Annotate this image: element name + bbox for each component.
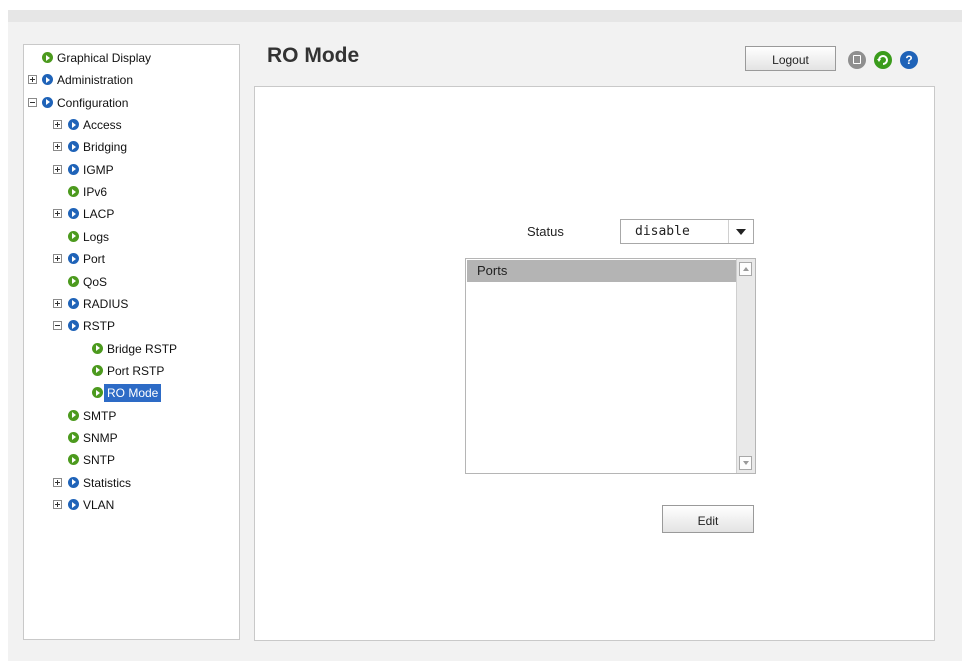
tree-item-access[interactable]: Access bbox=[24, 116, 239, 134]
arrow-bullet-icon bbox=[68, 186, 79, 198]
tree-item-label: Logs bbox=[83, 229, 110, 244]
tree-item-label: VLAN bbox=[83, 498, 115, 512]
ports-list[interactable]: Ports bbox=[465, 258, 756, 474]
logout-button[interactable]: Logout bbox=[745, 46, 836, 71]
tree-item-smtp[interactable]: SMTP bbox=[24, 407, 239, 425]
tree-item-label: Configuration bbox=[57, 95, 129, 110]
tree-item-label: IGMP bbox=[83, 162, 114, 177]
tree-item-label: Statistics bbox=[83, 475, 132, 490]
tree-item-label: SMTP bbox=[83, 408, 117, 423]
tree-item-label: Port RSTP bbox=[107, 363, 165, 378]
tree-item-bridge-rstp[interactable]: Bridge RSTP bbox=[24, 340, 239, 358]
tree-item-port[interactable]: Port bbox=[24, 250, 239, 268]
tree-item-label: Bridge RSTP bbox=[107, 341, 178, 356]
tree-item-igmp[interactable]: IGMP bbox=[24, 161, 239, 179]
expand-icon[interactable] bbox=[53, 120, 62, 130]
tree-item-label: Access bbox=[83, 118, 122, 133]
expand-icon[interactable] bbox=[53, 209, 62, 219]
tree-item-label: SNTP bbox=[83, 453, 116, 468]
page-title: RO Mode bbox=[267, 44, 360, 67]
collapse-icon[interactable] bbox=[28, 97, 37, 107]
tree-item-statistics[interactable]: Statistics bbox=[24, 474, 239, 492]
arrow-bullet-icon bbox=[68, 499, 79, 510]
arrow-bullet-icon bbox=[68, 454, 79, 466]
tree-item-radius[interactable]: RADIUS bbox=[24, 295, 239, 313]
arrow-bullet-icon bbox=[68, 141, 79, 153]
expand-icon[interactable] bbox=[53, 142, 62, 152]
tree-item-ipv6[interactable]: IPv6 bbox=[24, 183, 239, 201]
tree-item-label: Administration bbox=[57, 73, 134, 88]
tree-item-label: Graphical Display bbox=[57, 51, 152, 65]
arrow-bullet-icon bbox=[68, 230, 79, 242]
refresh-icon[interactable] bbox=[874, 51, 892, 69]
tree-item-label: QoS bbox=[83, 274, 108, 289]
tree-item-rstp[interactable]: RSTP bbox=[24, 317, 239, 335]
ports-list-scrollbar[interactable] bbox=[736, 259, 755, 473]
arrow-bullet-icon bbox=[68, 253, 79, 265]
arrow-bullet-icon bbox=[68, 208, 79, 220]
tree-item-label: Port bbox=[83, 252, 106, 267]
scroll-up-icon[interactable] bbox=[739, 262, 752, 276]
tree-item-label: RADIUS bbox=[83, 296, 129, 311]
chevron-down-icon[interactable] bbox=[728, 220, 753, 243]
tree-item-sntp[interactable]: SNTP bbox=[24, 451, 239, 469]
arrow-bullet-icon bbox=[68, 320, 79, 332]
arrow-bullet-icon bbox=[42, 96, 53, 108]
expand-icon[interactable] bbox=[53, 477, 62, 487]
top-strip bbox=[8, 10, 962, 22]
arrow-bullet-icon bbox=[68, 409, 79, 421]
tree-item-snmp[interactable]: SNMP bbox=[24, 429, 239, 447]
arrow-bullet-icon bbox=[92, 342, 103, 354]
collapse-icon[interactable] bbox=[53, 321, 62, 331]
expand-icon[interactable] bbox=[53, 254, 62, 264]
tree-item-configuration[interactable]: Configuration bbox=[24, 94, 239, 112]
help-icon[interactable]: ? bbox=[900, 51, 918, 69]
scroll-down-icon[interactable] bbox=[739, 456, 752, 470]
tree-item-ro-mode[interactable]: RO Mode bbox=[24, 384, 239, 403]
tree-item-port-rstp[interactable]: Port RSTP bbox=[24, 362, 239, 380]
save-icon[interactable] bbox=[848, 51, 866, 69]
tree-item-vlan[interactable]: VLAN bbox=[24, 496, 239, 514]
arrow-bullet-icon bbox=[68, 297, 79, 309]
tree-item-label: IPv6 bbox=[83, 185, 108, 200]
arrow-bullet-icon bbox=[92, 364, 103, 376]
tree-item-label: RSTP bbox=[83, 319, 116, 334]
tree-item-administration[interactable]: Administration bbox=[24, 71, 239, 89]
edit-button[interactable]: Edit bbox=[662, 505, 754, 533]
status-select[interactable]: disable bbox=[620, 219, 754, 244]
arrow-bullet-icon bbox=[68, 275, 79, 287]
tree-item-graphical-display[interactable]: Graphical Display bbox=[24, 49, 239, 67]
tree-item-qos[interactable]: QoS bbox=[24, 273, 239, 291]
tree-item-label: Bridging bbox=[83, 140, 128, 155]
tree-item-lacp[interactable]: LACP bbox=[24, 205, 239, 223]
arrow-bullet-icon bbox=[92, 387, 103, 399]
tree-item-logs[interactable]: Logs bbox=[24, 228, 239, 246]
expand-icon[interactable] bbox=[53, 164, 62, 174]
arrow-bullet-icon bbox=[42, 52, 53, 63]
navigation-tree: Graphical Display Administration Configura… bbox=[23, 44, 240, 640]
ports-list-header[interactable]: Ports bbox=[467, 260, 736, 282]
expand-icon[interactable] bbox=[53, 298, 62, 308]
arrow-bullet-icon bbox=[68, 119, 79, 131]
tree-item-label: LACP bbox=[83, 207, 115, 222]
status-label: Status bbox=[527, 224, 564, 239]
arrow-bullet-icon bbox=[68, 163, 79, 175]
expand-icon[interactable] bbox=[53, 500, 62, 509]
arrow-bullet-icon bbox=[68, 431, 79, 443]
arrow-bullet-icon bbox=[68, 476, 79, 488]
tree-item-label: SNMP bbox=[83, 430, 118, 445]
tree-item-label: RO Mode bbox=[104, 384, 162, 403]
arrow-bullet-icon bbox=[42, 74, 53, 86]
expand-icon[interactable] bbox=[28, 75, 37, 85]
tree-item-bridging[interactable]: Bridging bbox=[24, 138, 239, 156]
status-select-value: disable bbox=[635, 224, 690, 239]
